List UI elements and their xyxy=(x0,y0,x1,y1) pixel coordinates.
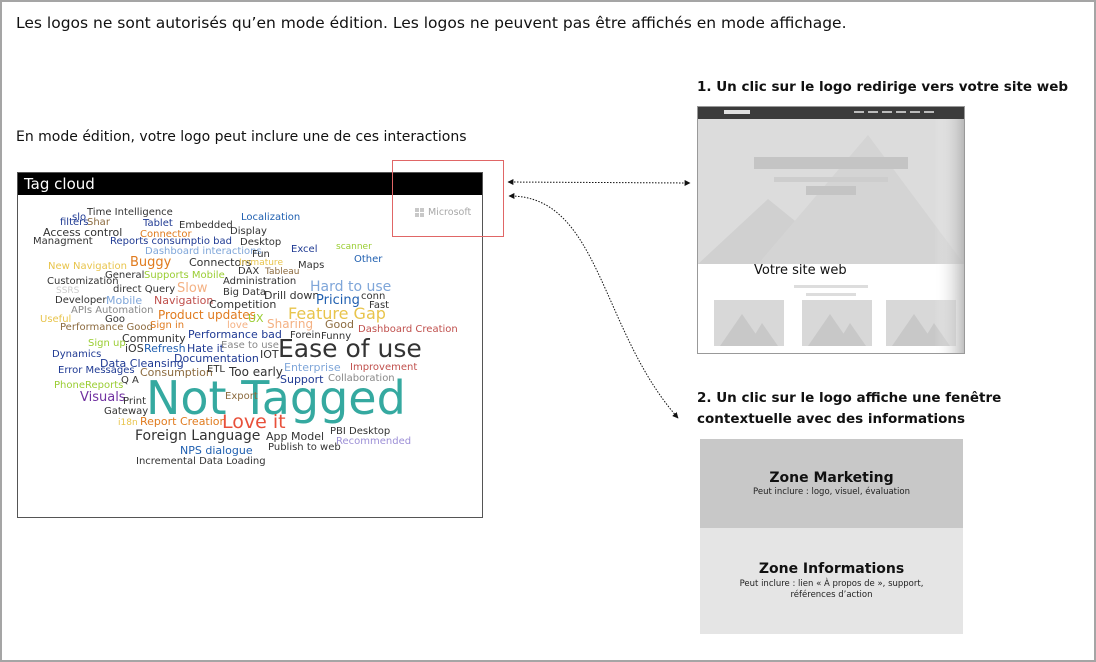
info-zone-title: Zone Informations xyxy=(758,561,905,577)
marketing-zone-title: Zone Marketing xyxy=(769,470,894,486)
popup-mockup: Zone Marketing Peut inclure : logo, visu… xyxy=(700,439,963,634)
arrow-to-popup xyxy=(508,192,679,419)
option2-title: 2. Un clic sur le logo affiche une fenêt… xyxy=(697,390,1002,427)
website-wireframe xyxy=(698,107,964,353)
info-zone-desc-line2: références d’action xyxy=(790,590,873,600)
marketing-zone: Zone Marketing Peut inclure : logo, visu… xyxy=(700,439,963,528)
info-zone: Zone Informations Peut inclure : lien « … xyxy=(700,528,963,634)
marketing-zone-desc: Peut inclure : logo, visuel, évaluation xyxy=(753,487,910,497)
arrow-to-website xyxy=(507,179,691,186)
info-zone-desc-line1: Peut inclure : lien « À propos de », sup… xyxy=(739,579,924,589)
website-mockup: Votre site web xyxy=(697,106,965,354)
website-label: Votre site web xyxy=(754,263,847,278)
option1-title: 1. Un clic sur le logo redirige vers vot… xyxy=(697,79,1069,95)
